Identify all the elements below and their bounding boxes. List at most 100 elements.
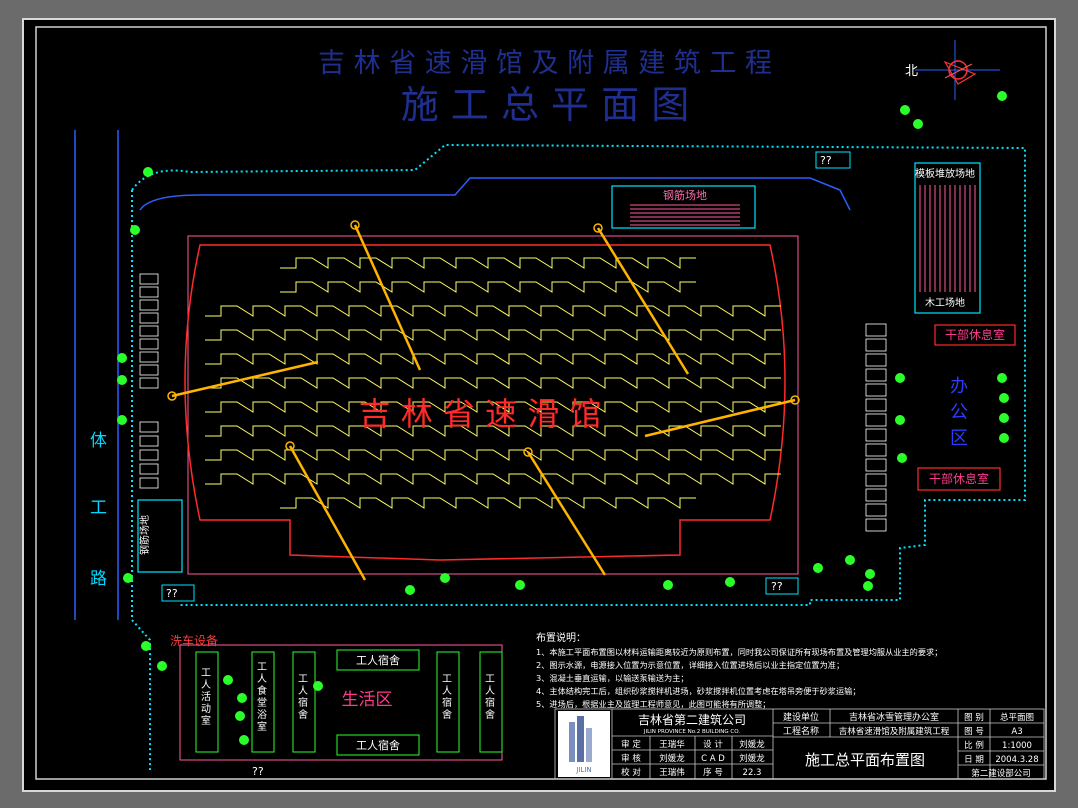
office-unit bbox=[865, 458, 887, 472]
meta-value: 总平面图 bbox=[1000, 712, 1034, 723]
left-unit bbox=[139, 351, 159, 363]
tree-icon bbox=[895, 415, 905, 425]
formwork-hatch bbox=[919, 185, 976, 292]
note-4: 4、主体结构完工后，组织砂浆搅拌机进场，砂浆搅拌机位置考虑在塔吊旁便于砂浆运输； bbox=[536, 686, 861, 696]
left-unit bbox=[139, 325, 159, 337]
dorm-top-label: 工人宿舍 bbox=[356, 653, 400, 667]
gate-label-1: ?? bbox=[820, 154, 832, 167]
seating-tiers bbox=[205, 257, 781, 509]
tree-icon bbox=[999, 413, 1009, 423]
tree-icon bbox=[725, 577, 735, 587]
tree-icon bbox=[440, 573, 450, 583]
office-unit bbox=[865, 398, 887, 412]
tree-icon bbox=[313, 681, 323, 691]
tree-icon bbox=[997, 373, 1007, 383]
tier-row bbox=[205, 329, 781, 341]
gate-label-2: ?? bbox=[166, 587, 178, 600]
tree-icon bbox=[999, 433, 1009, 443]
tier-row bbox=[205, 305, 781, 317]
project-label: 工程名称 bbox=[783, 725, 819, 737]
tree-icon bbox=[897, 453, 907, 463]
left-unit bbox=[139, 273, 159, 285]
rebar-yard-top-label: 钢筋场地 bbox=[663, 188, 707, 202]
meta-label: 比 例 bbox=[964, 740, 984, 751]
crane-jib bbox=[526, 451, 607, 576]
formwork-yard-label: 模板堆放场地 bbox=[915, 167, 975, 180]
tree-icon bbox=[117, 415, 127, 425]
signoff-cell: 王瑞伟 bbox=[659, 767, 685, 778]
office-zone-label-2: 公 bbox=[950, 402, 968, 423]
meta-value: 2004.3.28 bbox=[995, 755, 1038, 765]
office-unit bbox=[865, 353, 887, 367]
meta-label: 日 期 bbox=[964, 755, 984, 765]
crane-jib bbox=[644, 398, 796, 438]
office-units bbox=[865, 323, 887, 532]
signoff-cell: 审 定 bbox=[621, 739, 641, 750]
tree-icon bbox=[895, 373, 905, 383]
meta-value: A3 bbox=[1011, 727, 1022, 737]
drawing-title: 施 工 总 平 面 图 bbox=[401, 83, 689, 127]
tree-icon bbox=[813, 563, 823, 573]
signoff-cell: 王瑞华 bbox=[659, 739, 685, 750]
tree-icon bbox=[117, 353, 127, 363]
tree-icon bbox=[405, 585, 415, 595]
title-block-footer: 第二建设部公司 bbox=[971, 768, 1031, 779]
tier-row bbox=[205, 353, 781, 365]
tree-icon bbox=[237, 693, 247, 703]
tree-icon bbox=[223, 675, 233, 685]
left-unit bbox=[139, 299, 159, 311]
signoff-cell: C A D bbox=[701, 754, 725, 764]
signoff-table: 审 定王瑞华设 计刘媛龙审 核刘媛龙 C A D 刘媛龙校 对王瑞伟序 号 22.3 bbox=[621, 739, 765, 778]
office-unit bbox=[865, 383, 887, 397]
car-wash-label: 洗车设备 bbox=[170, 633, 218, 648]
office-unit bbox=[865, 428, 887, 442]
tree-icon bbox=[663, 580, 673, 590]
rebar-yard-hatch bbox=[630, 204, 740, 226]
north-label: 北 bbox=[905, 64, 918, 79]
meta-label: 图 号 bbox=[964, 727, 984, 737]
office-unit bbox=[865, 473, 887, 487]
project-title: 吉 林 省 速 滑 馆 及 附 属 建 筑 工 程 bbox=[318, 48, 772, 79]
note-3: 3、混凝土垂直运输，以输送泵输送为主； bbox=[536, 673, 689, 683]
crane-jib bbox=[288, 445, 367, 581]
left-unit bbox=[139, 364, 159, 376]
left-unit bbox=[139, 338, 159, 350]
crane-jib bbox=[596, 227, 690, 375]
dorm-vertical-label: 工人宿舍 bbox=[298, 674, 308, 721]
tree-icon bbox=[515, 580, 525, 590]
tree-icon bbox=[239, 735, 249, 745]
logo-text: JILIN bbox=[575, 766, 591, 774]
left-unit bbox=[139, 421, 159, 433]
office-zone-label-1: 办 bbox=[950, 376, 968, 397]
dorm-vertical-label: 工人活动室 bbox=[201, 668, 211, 727]
notes-heading: 布置说明： bbox=[536, 631, 586, 644]
meta-value: 1:1000 bbox=[1002, 741, 1032, 751]
left-unit bbox=[139, 449, 159, 461]
office-unit bbox=[865, 368, 887, 382]
tier-row bbox=[205, 473, 781, 485]
signoff-cell: 设 计 bbox=[703, 739, 723, 750]
gate-label-3: ?? bbox=[771, 580, 783, 593]
drawing-name: 施工总平面布置图 bbox=[805, 751, 925, 769]
rebar-yard-left-label: 钢筋场地 bbox=[138, 515, 151, 555]
dorm-bottom-label: 工人宿舍 bbox=[356, 738, 400, 752]
left-unit bbox=[139, 463, 159, 475]
office-unit bbox=[865, 503, 887, 517]
meta-label: 图 别 bbox=[964, 713, 984, 723]
tree-icon bbox=[143, 167, 153, 177]
tree-icon bbox=[863, 581, 873, 591]
signoff-cell: 审 核 bbox=[621, 753, 641, 764]
left-unit bbox=[139, 286, 159, 298]
timber-yard-label: 木工场地 bbox=[925, 296, 965, 309]
dorm-vertical-label: 工人食堂浴室 bbox=[257, 662, 267, 733]
company-name: 吉林省第二建筑公司 bbox=[638, 712, 746, 727]
client-label: 建设单位 bbox=[783, 711, 819, 723]
office-unit bbox=[865, 413, 887, 427]
tier-row bbox=[205, 377, 781, 389]
signoff-cell: 22.3 bbox=[743, 768, 762, 778]
tree-icon bbox=[997, 91, 1007, 101]
gate-label-4: ?? bbox=[252, 765, 264, 778]
signoff-cell: 刘媛龙 bbox=[659, 753, 685, 764]
tree-icon bbox=[117, 375, 127, 385]
note-2: 2、图示水源，电源接入位置为示意位置，详细接入位置进场后以业主指定位置为准； bbox=[536, 660, 844, 670]
